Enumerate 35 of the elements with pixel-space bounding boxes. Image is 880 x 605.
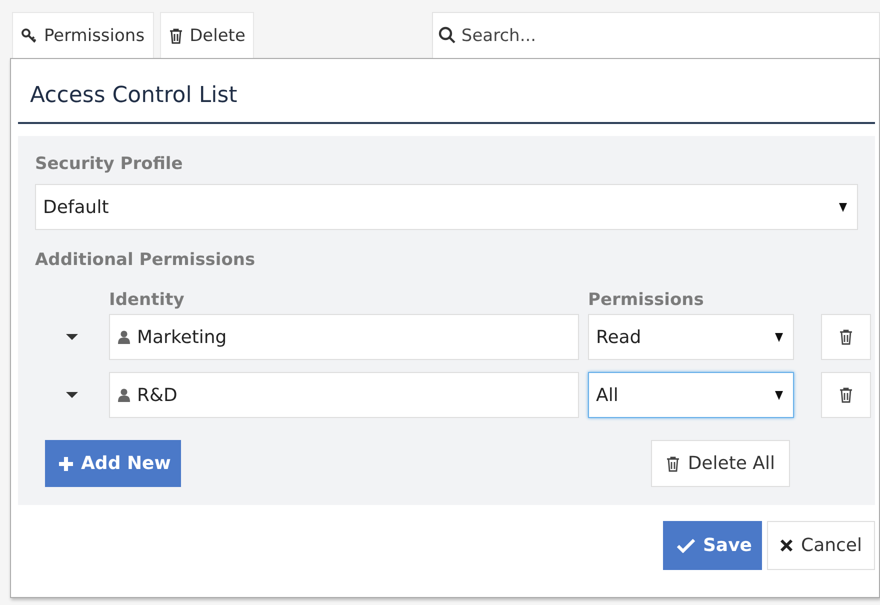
caret-icon[interactable] — [66, 392, 78, 398]
save-button[interactable]: Save — [662, 521, 762, 570]
search-icon — [438, 26, 456, 44]
identity-field[interactable]: R&D — [109, 372, 579, 418]
user-icon — [118, 330, 130, 344]
dialog-title: Access Control List — [18, 59, 875, 124]
column-header: Permissions — [588, 290, 705, 310]
close-icon — [780, 539, 794, 552]
permission-select[interactable]: All — [588, 372, 794, 418]
delete-all-button[interactable]: Delete All — [650, 440, 790, 487]
toolbar-button[interactable]: Permissions — [12, 12, 154, 58]
dropdown-icon — [775, 332, 783, 342]
dropdown-icon — [775, 390, 783, 400]
add-new-button[interactable]: Add New — [45, 440, 181, 487]
toolbar-button[interactable]: Delete — [160, 12, 254, 58]
dropdown-icon — [839, 202, 847, 212]
trash-icon — [666, 456, 680, 472]
key-icon — [21, 28, 37, 44]
trash-icon — [168, 28, 183, 44]
trash-icon — [839, 387, 853, 403]
user-icon — [118, 388, 130, 402]
cancel-button[interactable]: Cancel — [767, 521, 875, 570]
plus-icon — [59, 456, 73, 470]
check-icon — [676, 538, 695, 552]
caret-icon[interactable] — [66, 334, 78, 340]
permission-select[interactable]: Read — [588, 314, 794, 360]
delete-row-button[interactable] — [821, 314, 871, 360]
field-label: Security Profile — [35, 154, 184, 174]
search-field[interactable]: Search... — [432, 12, 880, 58]
section-label: Additional Permissions — [35, 250, 256, 270]
profile-select[interactable]: Default — [35, 184, 858, 230]
column-header: Identity — [109, 290, 186, 310]
delete-row-button[interactable] — [821, 372, 871, 418]
identity-field[interactable]: Marketing — [109, 314, 579, 360]
trash-icon — [839, 329, 853, 345]
